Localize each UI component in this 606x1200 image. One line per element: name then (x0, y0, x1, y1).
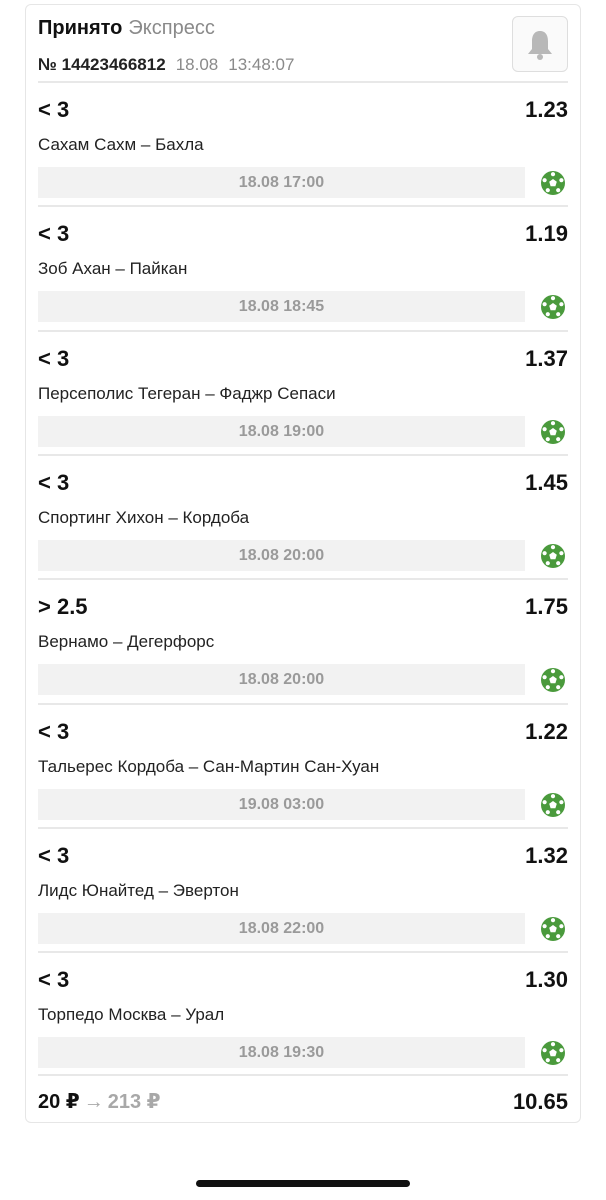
event-odds: 1.75 (525, 594, 568, 619)
soccer-ball-icon (541, 1041, 565, 1065)
bet-card[interactable]: Принято Экспресс № 14423466812 18.08 13:48:… (25, 4, 581, 1123)
soccer-ball-icon (541, 793, 565, 817)
event-teams: Лидс Юнайтед – Эвертон (38, 881, 239, 900)
event-datetime: 18.08 20:00 (38, 664, 525, 695)
event-teams: Торпедо Москва – Урал (38, 1005, 225, 1024)
event-odds: 1.45 (525, 470, 568, 495)
event-outcome: < 3 (38, 470, 70, 495)
event-row[interactable]: < 3 1.19 Зоб Ахан – Пайкан 18.08 18:45 (38, 211, 568, 335)
bell-icon (528, 31, 552, 60)
event-datetime: 18.08 18:45 (38, 291, 525, 322)
soccer-ball-icon (541, 420, 565, 444)
total-odds: 10.65 (512, 1089, 568, 1114)
event-odds: 1.37 (525, 346, 568, 371)
event-divider (38, 951, 568, 953)
arrow-icon: → (83, 1091, 104, 1113)
bet-status: Принято (38, 17, 123, 39)
event-outcome: < 3 (38, 97, 70, 122)
event-row[interactable]: < 3 1.30 Торпедо Москва – Урал 18.08 19:30 (38, 957, 568, 1081)
event-datetime: 19.08 03:00 (38, 789, 525, 820)
event-odds: 1.23 (525, 97, 568, 122)
footer-divider (38, 1074, 568, 1076)
event-divider (38, 827, 568, 829)
event-datetime: 18.08 19:00 (38, 416, 525, 447)
event-odds: 1.30 (525, 967, 568, 992)
event-datetime: 18.08 17:00 (38, 167, 525, 198)
event-outcome: > 2.5 (38, 594, 88, 619)
stake-line: 20 ₽ → 213 ₽ (38, 1089, 161, 1114)
event-divider (38, 205, 568, 207)
event-row[interactable]: > 2.5 1.75 Вернамо – Дегерфорс 18.08 20:00 (38, 584, 568, 708)
soccer-ball-icon (541, 295, 565, 319)
soccer-ball-icon (541, 171, 565, 195)
event-row[interactable]: < 3 1.23 Сахам Сахм – Бахла 18.08 17:00 (38, 87, 568, 211)
soccer-ball-icon (541, 917, 565, 941)
event-teams: Тальерес Кордоба – Сан-Мартин Сан-Хуан (38, 757, 380, 776)
possible-win: 213 ₽ (107, 1091, 161, 1113)
event-teams: Спортинг Хихон – Кордоба (38, 508, 250, 527)
event-datetime: 18.08 22:00 (38, 913, 525, 944)
event-outcome: < 3 (38, 221, 70, 246)
event-teams: Вернамо – Дегерфорс (38, 632, 215, 651)
event-divider (38, 81, 568, 83)
bet-time: 13:48:07 (228, 55, 295, 74)
event-odds: 1.22 (525, 719, 568, 744)
bet-footer: 20 ₽ → 213 ₽ 10.65 (38, 1085, 568, 1121)
bet-type: Экспресс (128, 17, 215, 39)
event-odds: 1.32 (525, 843, 568, 868)
event-outcome: < 3 (38, 967, 70, 992)
event-outcome: < 3 (38, 719, 70, 744)
event-row[interactable]: < 3 1.37 Персеполис Тегеран – Фаджр Сепаси… (38, 336, 568, 460)
event-teams: Персеполис Тегеран – Фаджр Сепаси (38, 384, 336, 403)
bet-header: Принято Экспресс № 14423466812 18.08 13:48:… (38, 13, 568, 89)
event-divider (38, 578, 568, 580)
event-divider (38, 703, 568, 705)
bet-number: № 14423466812 (38, 55, 166, 74)
event-divider (38, 454, 568, 456)
event-teams: Сахам Сахм – Бахла (38, 135, 204, 154)
bet-meta: № 14423466812 18.08 13:48:07 (38, 55, 294, 75)
event-divider (38, 330, 568, 332)
event-outcome: < 3 (38, 843, 70, 868)
event-row[interactable]: < 3 1.32 Лидс Юнайтед – Эвертон 18.08 22:00 (38, 833, 568, 957)
event-datetime: 18.08 20:00 (38, 540, 525, 571)
soccer-ball-icon (541, 668, 565, 692)
home-indicator[interactable] (196, 1180, 410, 1187)
bet-date: 18.08 (175, 55, 219, 74)
event-odds: 1.19 (525, 221, 568, 246)
notification-button[interactable] (512, 16, 568, 72)
event-outcome: < 3 (38, 346, 70, 371)
event-row[interactable]: < 3 1.22 Тальерес Кордоба – Сан-Мартин Сан… (38, 709, 568, 833)
event-datetime: 18.08 19:30 (38, 1037, 525, 1068)
stake-amount: 20 ₽ (38, 1091, 80, 1113)
bet-status-line: Принято Экспресс (38, 17, 215, 40)
event-row[interactable]: < 3 1.45 Спортинг Хихон – Кордоба 18.08 20:… (38, 460, 568, 584)
soccer-ball-icon (541, 544, 565, 568)
event-teams: Зоб Ахан – Пайкан (38, 259, 188, 278)
